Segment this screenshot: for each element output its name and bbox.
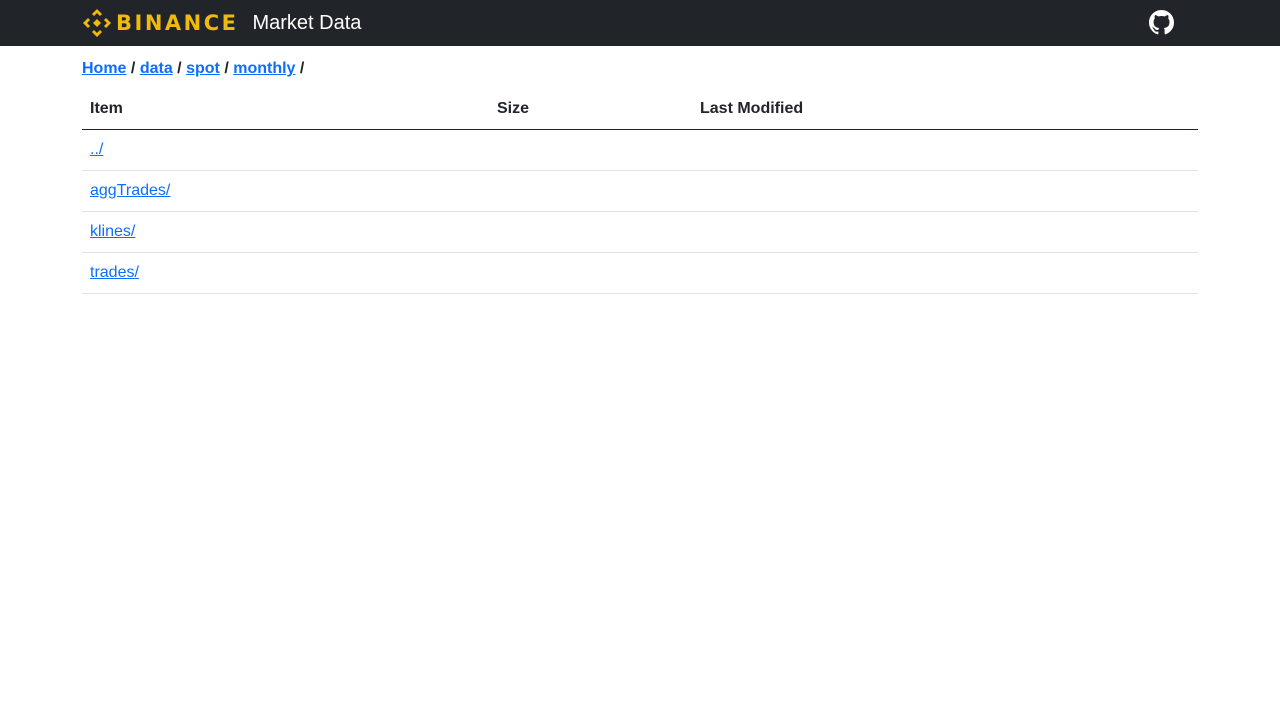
table-header-row: Item Size Last Modified: [82, 89, 1198, 130]
column-header-size: Size: [489, 89, 692, 130]
github-icon: [1149, 10, 1174, 35]
column-header-last-modified: Last Modified: [692, 89, 1198, 130]
table-row: klines/: [82, 211, 1198, 253]
breadcrumb-home[interactable]: Home: [82, 60, 126, 77]
cell-size: [489, 170, 692, 212]
page-title: Market Data: [252, 12, 362, 34]
folder-link-aggtrades[interactable]: aggTrades/: [90, 182, 170, 199]
cell-last-modified: [692, 252, 1198, 294]
table-row: trades/: [82, 252, 1198, 294]
table-row: aggTrades/: [82, 170, 1198, 212]
cell-item: aggTrades/: [82, 170, 489, 212]
breadcrumb: Home / data / spot / monthly /: [82, 59, 1198, 79]
breadcrumb-spot[interactable]: spot: [186, 60, 220, 77]
cell-item: klines/: [82, 211, 489, 253]
folder-link-trades[interactable]: trades/: [90, 264, 139, 281]
cell-item: trades/: [82, 252, 489, 294]
binance-logo-icon: [82, 8, 112, 38]
parent-directory-link[interactable]: ../: [90, 141, 103, 158]
cell-last-modified: [692, 211, 1198, 253]
cell-item: ../: [82, 129, 489, 171]
brand-wordmark: BINANCE: [116, 11, 239, 35]
cell-size: [489, 211, 692, 253]
column-header-item: Item: [82, 89, 489, 130]
cell-last-modified: [692, 129, 1198, 171]
breadcrumb-separator: /: [177, 60, 182, 77]
top-navbar: BINANCE Market Data: [0, 0, 1280, 46]
file-listing-table: Item Size Last Modified ../ aggTrades/ k…: [82, 89, 1198, 294]
cell-last-modified: [692, 170, 1198, 212]
breadcrumb-separator: /: [299, 60, 305, 77]
breadcrumb-separator: /: [224, 60, 229, 77]
cell-size: [489, 129, 692, 171]
breadcrumb-separator: /: [130, 60, 136, 77]
brand-link[interactable]: BINANCE Market Data: [82, 0, 361, 46]
table-row: ../: [82, 129, 1198, 171]
github-link[interactable]: [1149, 10, 1174, 35]
folder-link-klines[interactable]: klines/: [90, 223, 135, 240]
cell-size: [489, 252, 692, 294]
breadcrumb-data[interactable]: data: [140, 60, 173, 77]
main-content: Home / data / spot / monthly / Item Size…: [82, 46, 1198, 294]
breadcrumb-monthly[interactable]: monthly: [233, 60, 295, 77]
